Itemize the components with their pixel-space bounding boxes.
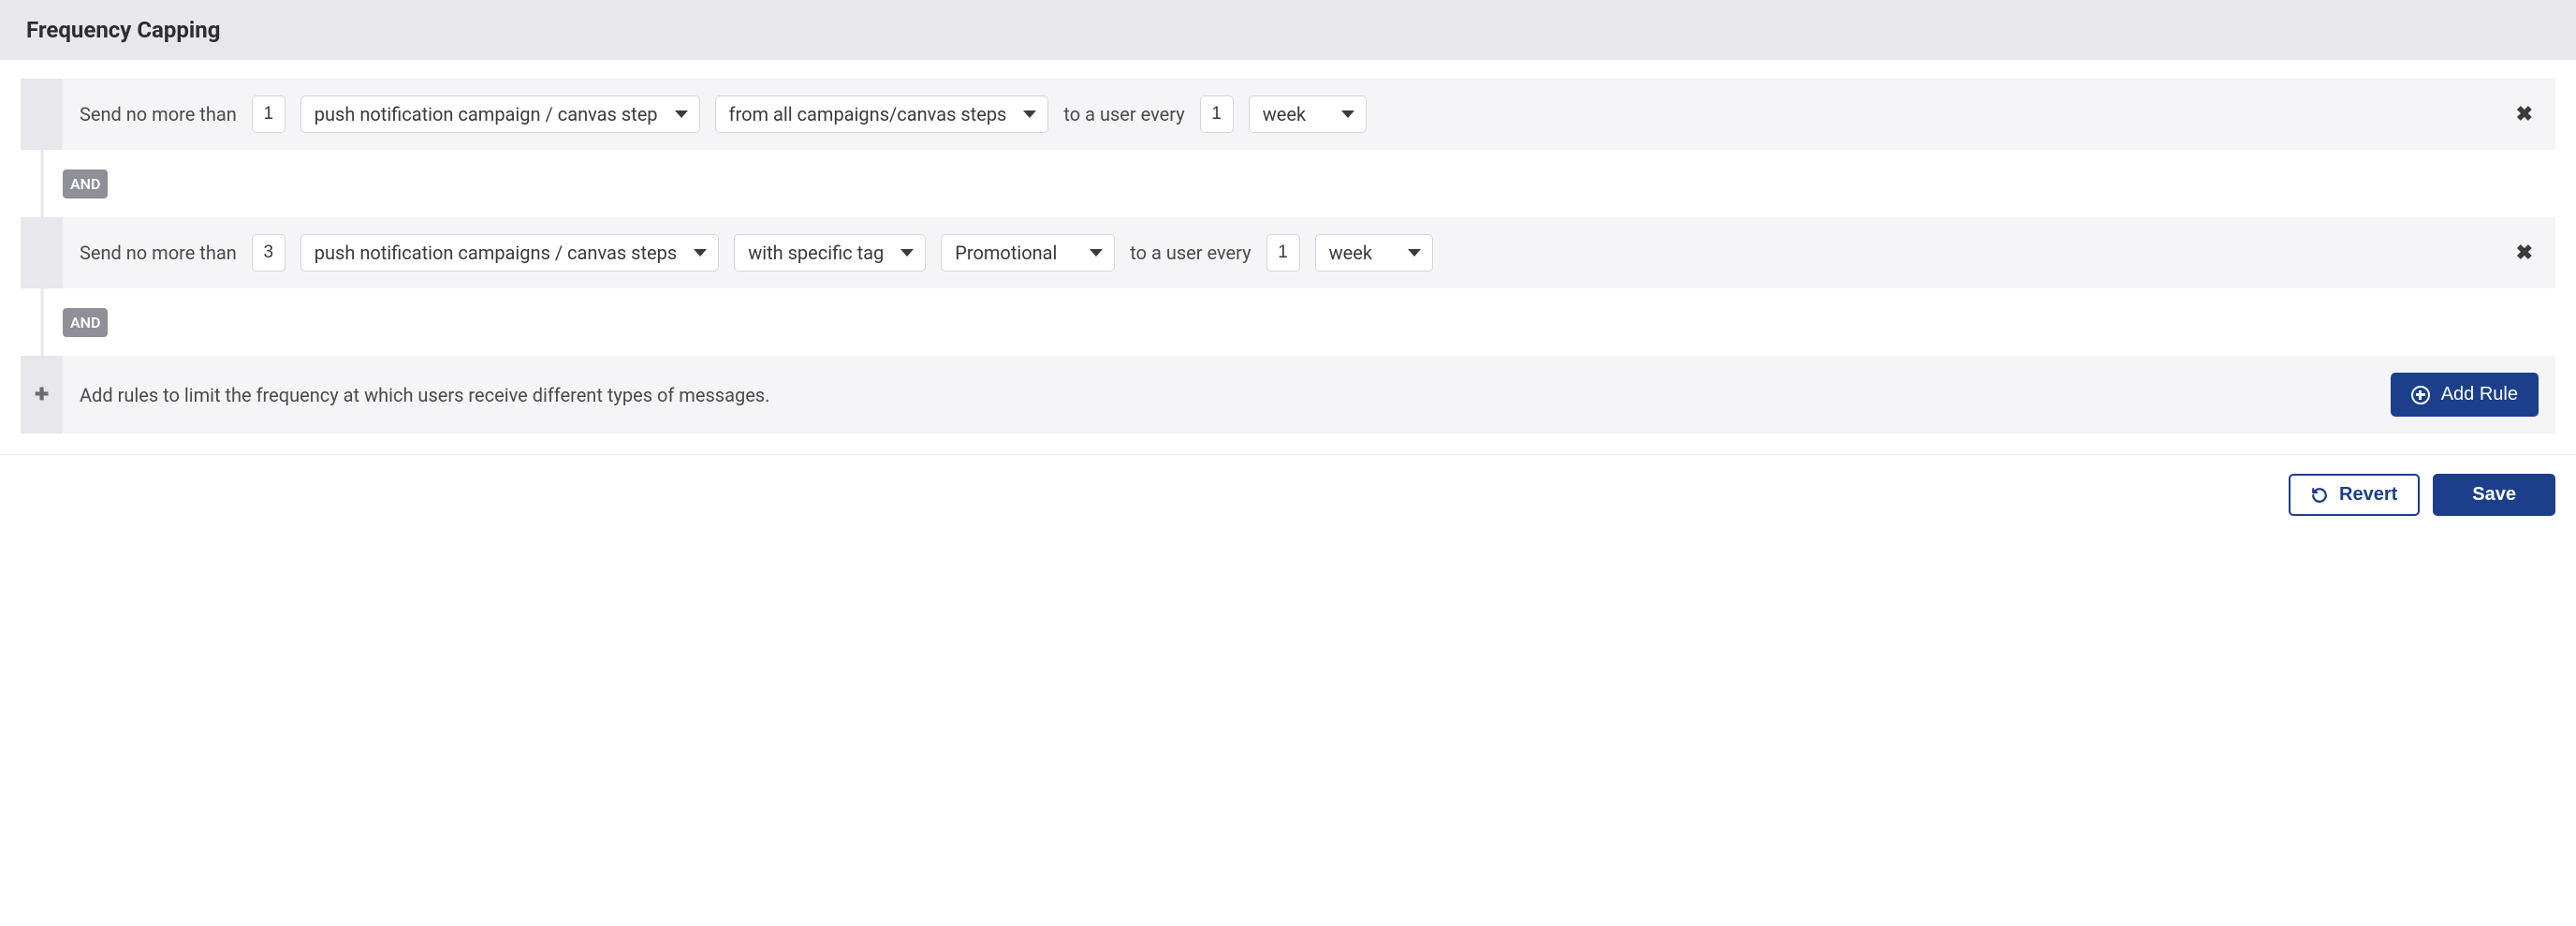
connector-spacer: [21, 150, 63, 217]
revert-button[interactable]: Revert: [2289, 474, 2420, 516]
plus-circle-icon: [2411, 386, 2430, 404]
label-send-no-more: Send no more than: [80, 103, 237, 125]
period-unit-value: week: [1263, 103, 1306, 125]
add-rule-row: ✚ Add rules to limit the frequency at wh…: [21, 356, 2555, 434]
rule-body: Send no more than push notification camp…: [63, 217, 2555, 288]
revert-icon: [2311, 487, 2328, 504]
chevron-down-icon: [1408, 249, 1421, 257]
label-to-user-every: to a user every: [1063, 103, 1184, 125]
remove-rule-button[interactable]: ✖: [2510, 242, 2539, 265]
rule-gutter: [21, 79, 63, 150]
chevron-down-icon: [900, 249, 914, 257]
scope-select[interactable]: from all campaigns/canvas steps: [715, 96, 1049, 133]
scope-select-value: from all campaigns/canvas steps: [729, 103, 1007, 125]
add-rule-button-label: Add Rule: [2441, 384, 2518, 405]
add-rule-body: Add rules to limit the frequency at whic…: [63, 356, 2555, 434]
and-badge: AND: [63, 169, 108, 198]
scope-select[interactable]: with specific tag: [734, 234, 926, 272]
period-unit-select[interactable]: week: [1315, 234, 1433, 272]
connector-line: [40, 150, 43, 217]
scope-select-value: with specific tag: [748, 242, 884, 264]
label-to-user-every: to a user every: [1130, 242, 1251, 264]
chevron-down-icon: [1023, 110, 1036, 118]
page-header: Frequency Capping: [0, 0, 2576, 60]
chevron-down-icon: [675, 110, 688, 118]
tag-select[interactable]: Promotional: [941, 234, 1115, 272]
chevron-down-icon: [1341, 110, 1354, 118]
rule-gutter: [21, 217, 63, 288]
label-send-no-more: Send no more than: [80, 242, 237, 264]
close-icon: ✖: [2516, 103, 2533, 126]
channel-select-value: push notification campaign / canvas step: [315, 103, 658, 125]
period-count-input[interactable]: [1266, 234, 1300, 272]
save-button[interactable]: Save: [2433, 474, 2555, 516]
channel-select[interactable]: push notification campaign / canvas step: [300, 96, 700, 133]
close-icon: ✖: [2516, 242, 2533, 265]
plus-icon: ✚: [21, 356, 63, 434]
tag-select-value: Promotional: [955, 242, 1057, 264]
save-button-label: Save: [2472, 484, 2516, 505]
rules-container: Send no more than push notification camp…: [0, 79, 2576, 434]
page-title: Frequency Capping: [26, 17, 2550, 43]
chevron-down-icon: [1090, 249, 1103, 257]
connector-line: [40, 288, 43, 356]
connector-row: AND: [21, 288, 2555, 356]
footer-actions: Revert Save: [0, 454, 2576, 535]
add-rule-button[interactable]: Add Rule: [2391, 373, 2539, 417]
period-unit-select[interactable]: week: [1249, 96, 1367, 133]
connector-row: AND: [21, 150, 2555, 217]
rule-row: Send no more than push notification camp…: [21, 79, 2555, 150]
channel-select-value: push notification campaigns / canvas ste…: [315, 242, 677, 264]
period-unit-value: week: [1329, 242, 1372, 264]
period-count-input[interactable]: [1200, 96, 1234, 133]
channel-select[interactable]: push notification campaigns / canvas ste…: [300, 234, 719, 272]
rule-body: Send no more than push notification camp…: [63, 79, 2555, 150]
rule-row: Send no more than push notification camp…: [21, 217, 2555, 288]
count-input[interactable]: [252, 96, 285, 133]
revert-button-label: Revert: [2339, 484, 2397, 506]
count-input[interactable]: [252, 234, 285, 272]
remove-rule-button[interactable]: ✖: [2510, 103, 2539, 126]
and-badge: AND: [63, 308, 108, 337]
connector-spacer: [21, 288, 63, 356]
chevron-down-icon: [694, 249, 707, 257]
add-rule-hint: Add rules to limit the frequency at whic…: [80, 384, 769, 406]
